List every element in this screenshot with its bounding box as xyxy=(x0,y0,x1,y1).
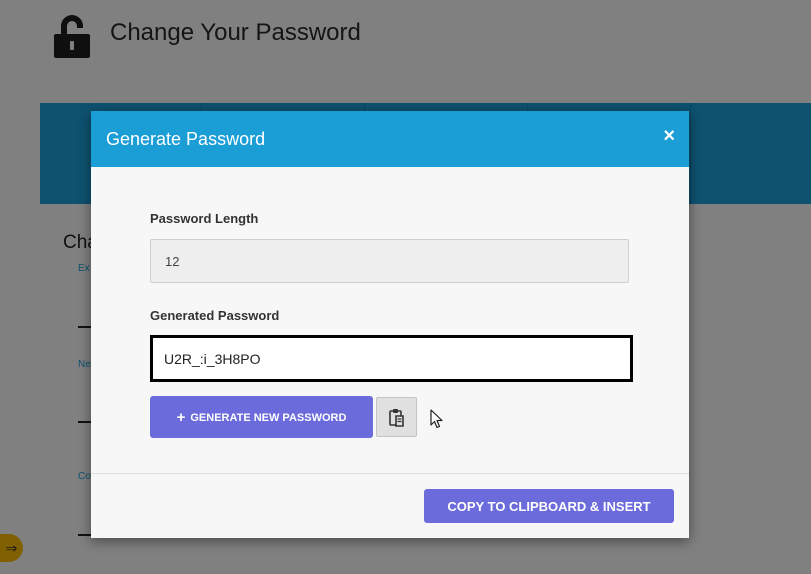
generated-password-label: Generated Password xyxy=(150,308,280,323)
password-length-input[interactable] xyxy=(150,239,629,283)
plus-icon: + xyxy=(176,408,186,426)
clipboard-icon xyxy=(389,409,404,427)
copy-clipboard-button[interactable] xyxy=(376,397,417,437)
modal-footer-divider xyxy=(91,473,689,474)
generated-password-field[interactable] xyxy=(150,335,633,382)
generate-new-password-button[interactable]: + GENERATE NEW PASSWORD xyxy=(150,396,373,438)
generate-password-modal: Generate Password × Password Length Gene… xyxy=(91,111,689,538)
mouse-cursor-icon xyxy=(430,409,443,429)
copy-to-clipboard-insert-button[interactable]: COPY TO CLIPBOARD & INSERT xyxy=(424,489,674,523)
generate-button-label: GENERATE NEW PASSWORD xyxy=(190,411,347,424)
modal-header: Generate Password × xyxy=(91,111,689,167)
close-icon[interactable]: × xyxy=(663,126,675,146)
password-length-label: Password Length xyxy=(150,211,259,226)
modal-title: Generate Password xyxy=(106,129,266,149)
